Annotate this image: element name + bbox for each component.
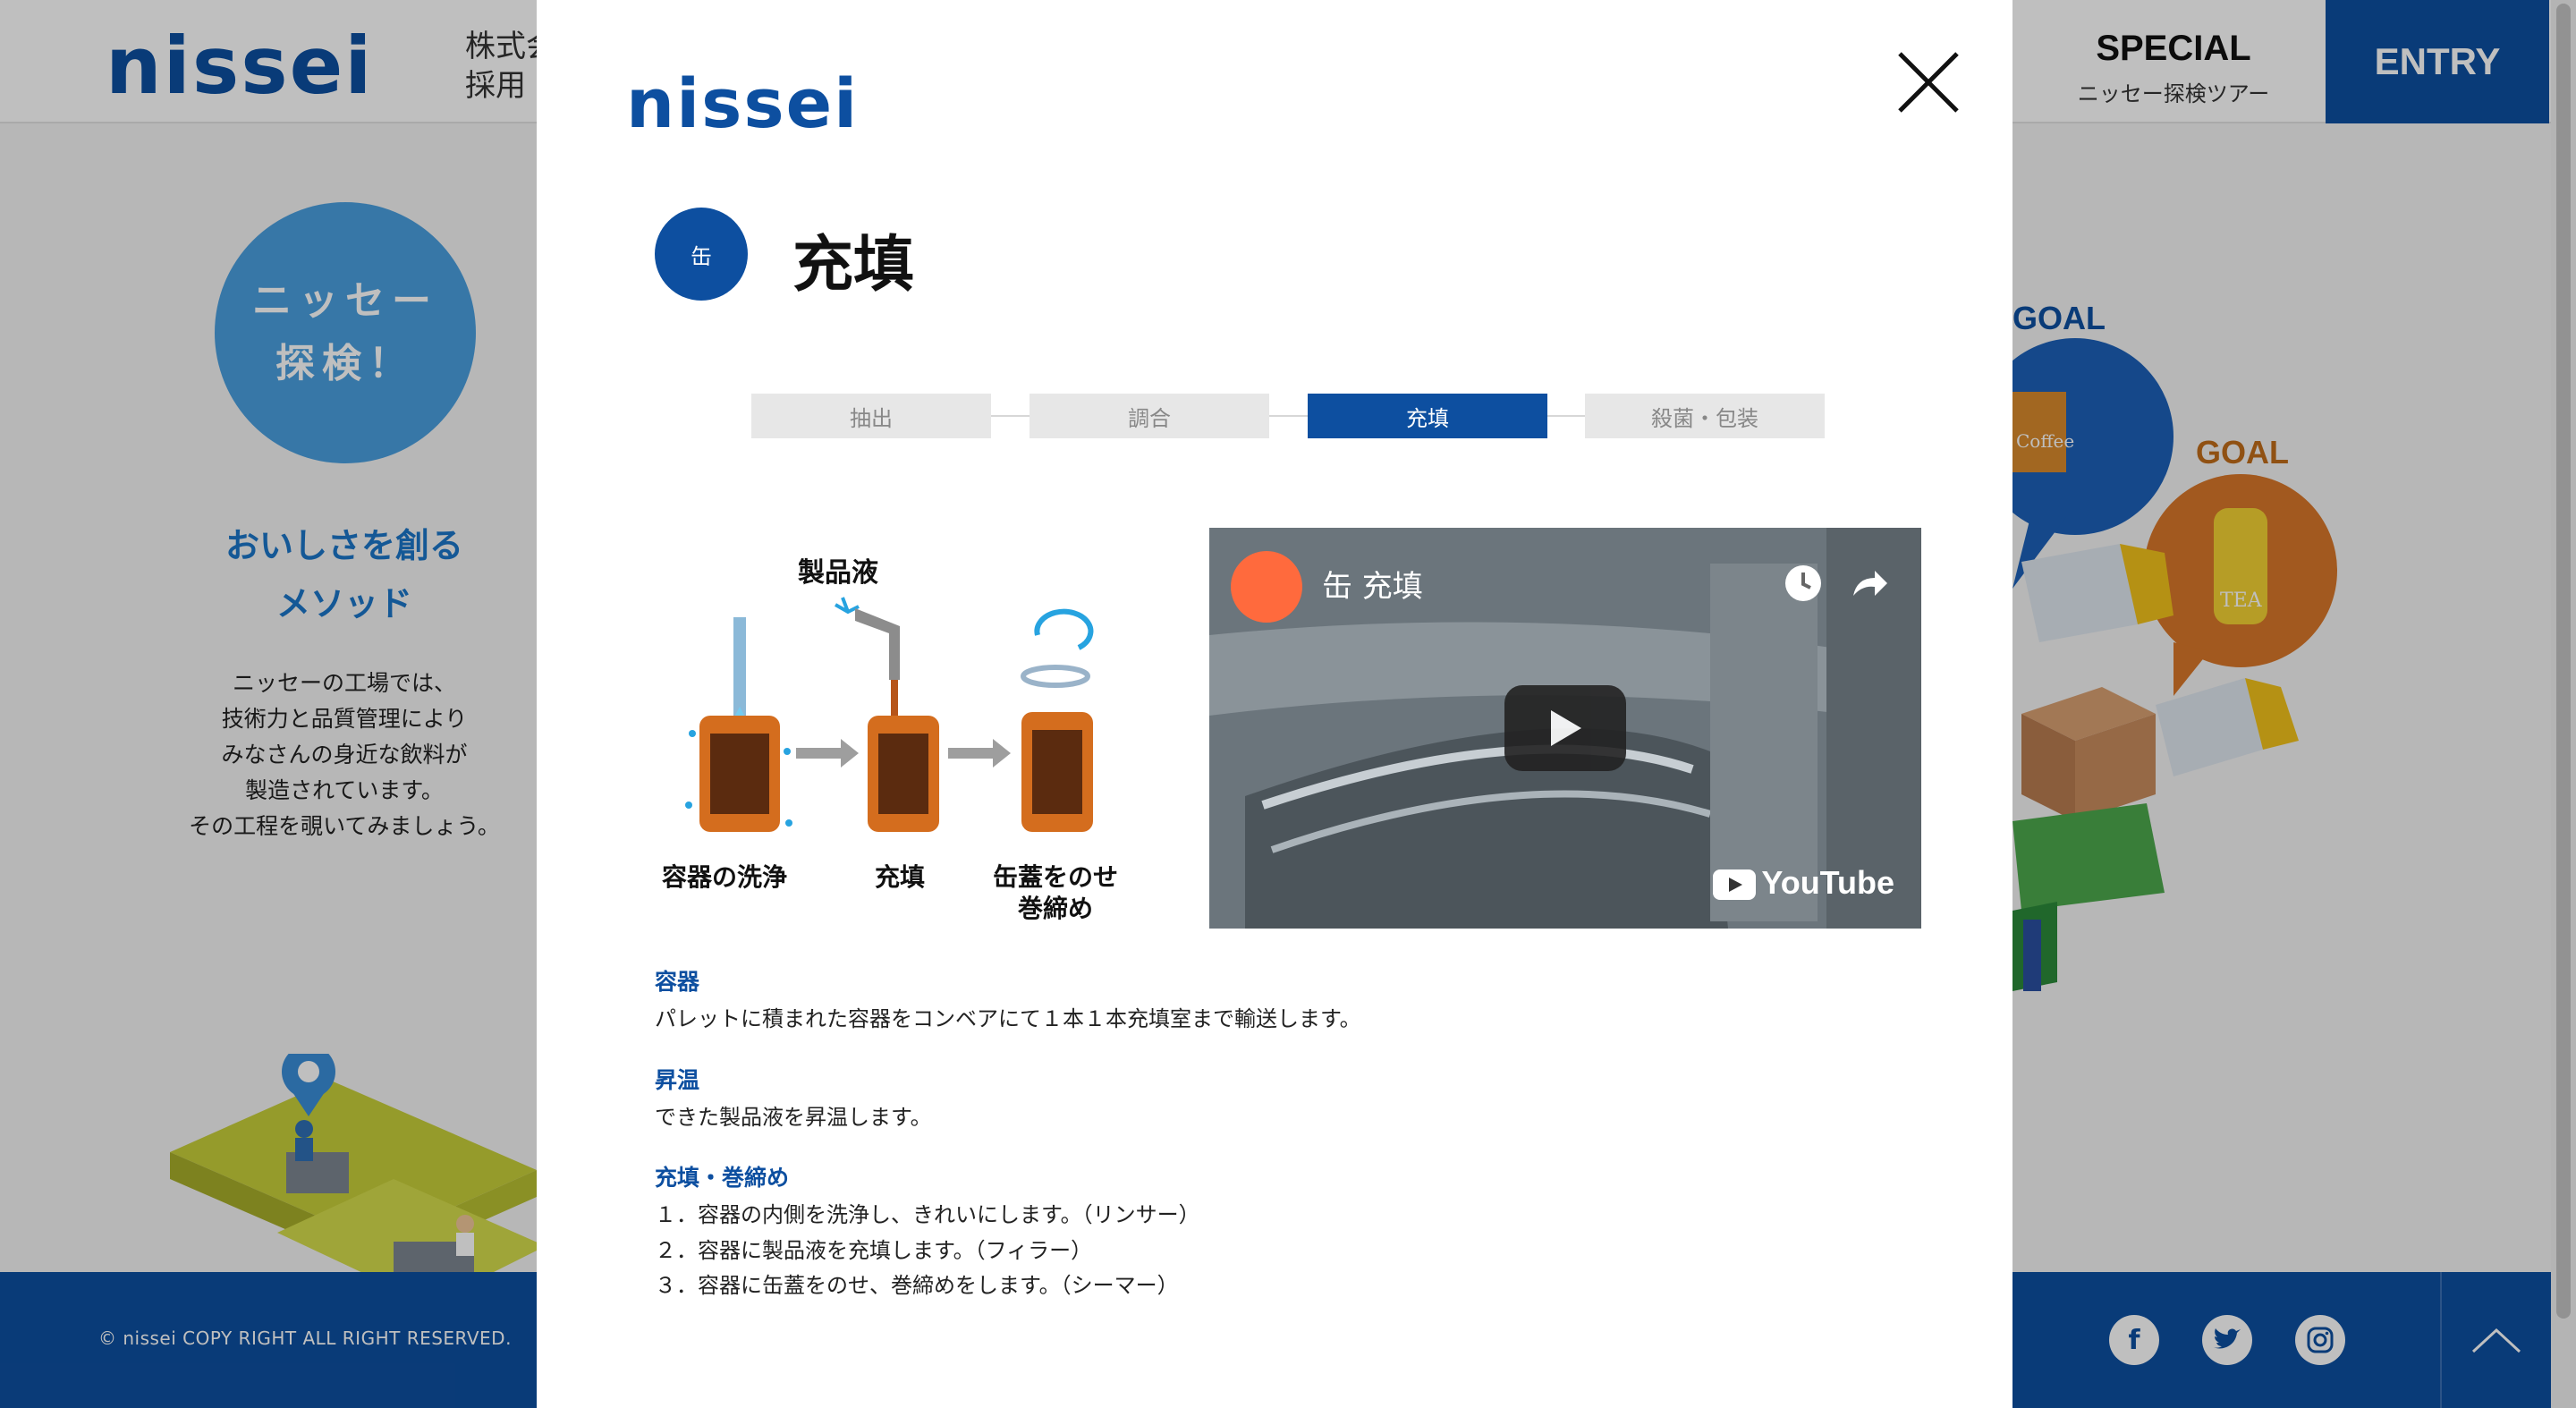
watch-later-icon[interactable] [1778,558,1828,608]
modal-logo: nissei [626,64,860,143]
list-item: ３．容器に缶蓋をのせ、巻締めをします。（シーマー） [655,1273,1179,1299]
modal-title: 充填 [792,230,915,301]
tab-extraction[interactable]: 抽出 [751,394,991,438]
filling-steps-list: １．容器の内側を洗浄し、きれいにします。（リンサー） ２．容器に製品液を充填しま… [655,1198,1871,1304]
video-title[interactable]: 缶 充填 [1322,562,1423,606]
close-icon [1898,52,1959,113]
play-icon [1551,710,1581,746]
tab-sterilization-packaging[interactable]: 殺菌・包装 [1585,394,1825,438]
section-heading-heating: 昇温 [655,1066,700,1093]
tab-blending[interactable]: 調合 [1030,394,1269,438]
step-label-washing: 容器の洗浄 [662,862,787,892]
process-tabs: 抽出 調合 充填 殺菌・包装 [751,394,1825,438]
close-button[interactable] [1896,50,1961,115]
liquid-label: 製品液 [798,557,878,589]
list-item: １．容器の内側を洗浄し、きれいにします。（リンサー） [655,1202,1200,1228]
filling-process-illustration: 製品液 容器の洗浄 充填 缶蓋をのせ 巻締め [662,557,1118,923]
list-item: ２．容器に製品液を充填します。（フィラー） [655,1237,1093,1263]
youtube-video-embed[interactable]: 缶 充填 YouTube [1209,528,1921,929]
container-type-badge: 缶 [655,208,748,301]
process-description: 容器 パレットに積まれた容器をコンベアにて１本１本充填室まで輸送します。 昇温 … [655,964,1871,1304]
channel-avatar[interactable] [1231,551,1302,623]
youtube-wordmark: YouTube [1761,864,1894,901]
step-label-filling: 充填 [875,862,925,892]
section-heading-container: 容器 [655,969,700,995]
youtube-play-icon [1713,869,1757,901]
youtube-logo[interactable]: YouTube [1713,864,1894,902]
tab-filling[interactable]: 充填 [1308,394,1547,438]
section-text-container: パレットに積まれた容器をコンベアにて１本１本充填室まで輸送します。 [655,1006,1361,1031]
step-label-lid-line-2: 巻締め [1017,894,1093,923]
play-button[interactable] [1504,685,1626,771]
share-icon[interactable] [1844,558,1894,608]
step-label-lid-line-1: 缶蓋をのせ [993,862,1118,892]
process-modal: nissei 缶 充填 抽出 調合 充填 殺菌・包装 製品液 容器の洗浄 充填 … [537,0,2012,1408]
section-heading-filling-seaming: 充填・巻締め [655,1165,790,1192]
section-text-heating: できた製品液を昇温します。 [655,1104,932,1130]
